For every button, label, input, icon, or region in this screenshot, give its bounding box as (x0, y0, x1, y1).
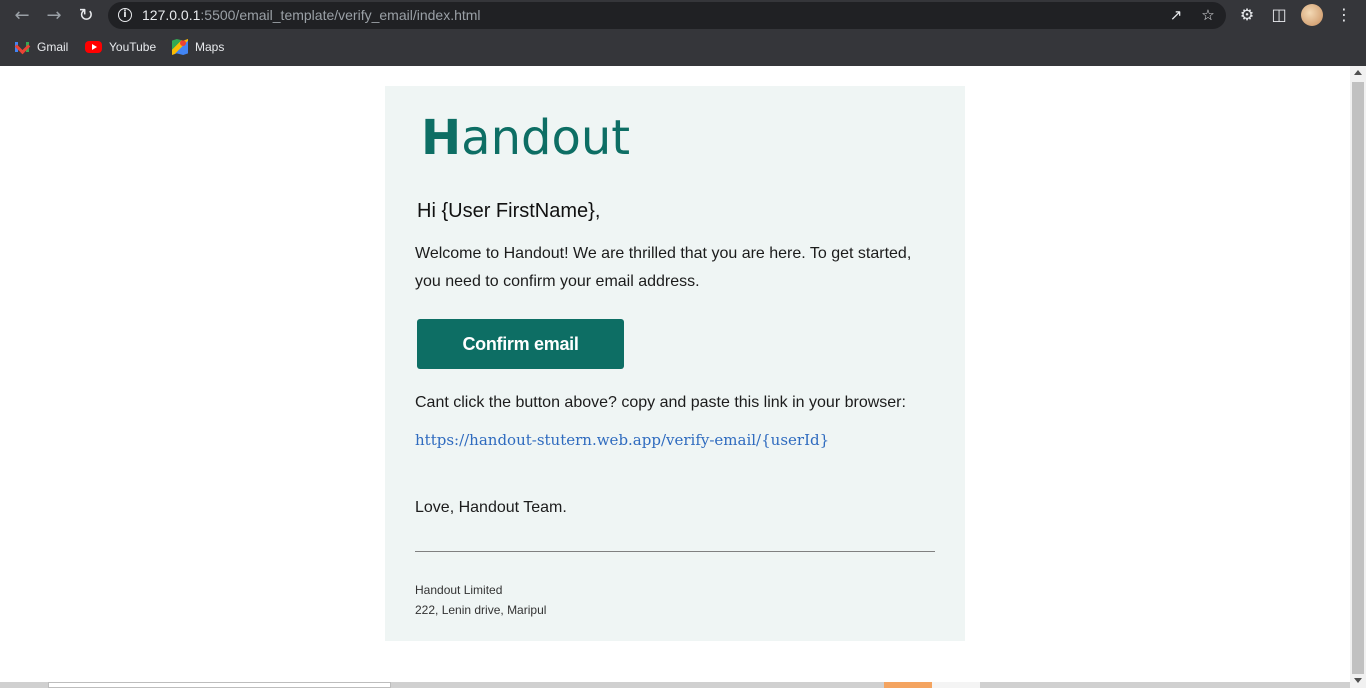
bookmarks-bar: Gmail YouTube Maps (0, 34, 1366, 60)
divider (415, 551, 935, 552)
page-viewport: Handout Hi {User FirstName}, Welcome to … (0, 66, 1350, 682)
verify-link[interactable]: https://handout-stutern.web.app/verify-e… (415, 431, 829, 449)
url-host: 127.0.0.1 (142, 7, 201, 23)
forward-icon[interactable]: → (42, 4, 66, 28)
side-panel-icon[interactable]: ◫ (1268, 4, 1290, 26)
puzzle-icon[interactable]: ⚙ (1236, 4, 1258, 26)
bookmark-gmail[interactable]: Gmail (14, 38, 68, 56)
scroll-thumb[interactable] (1352, 82, 1364, 674)
logo-text: andout (461, 110, 631, 166)
back-icon[interactable]: ← (10, 4, 34, 28)
vertical-scrollbar[interactable] (1350, 66, 1366, 688)
bookmark-label: YouTube (109, 40, 157, 54)
bookmark-maps[interactable]: Maps (172, 38, 224, 56)
maps-icon (172, 39, 188, 55)
star-icon[interactable]: ☆ (1198, 5, 1218, 25)
url-text[interactable]: 127.0.0.1:5500/email_template/verify_ema… (142, 7, 481, 23)
address-bar[interactable]: i 127.0.0.1:5500/email_template/verify_e… (108, 2, 1226, 29)
greeting: Hi {User FirstName}, (417, 200, 601, 222)
bookmark-youtube[interactable]: YouTube (85, 38, 156, 56)
signoff-text: Love, Handout Team. (415, 499, 567, 516)
avatar[interactable] (1301, 4, 1323, 26)
taskbar-strip (0, 682, 1350, 688)
share-icon[interactable]: ↗ (1166, 5, 1186, 25)
scroll-down-arrow-icon[interactable] (1354, 678, 1362, 683)
kebab-menu-icon[interactable]: ⋮ (1333, 4, 1355, 26)
confirm-email-button[interactable]: Confirm email (417, 319, 624, 369)
bookmark-label: Gmail (37, 40, 69, 54)
url-path: :5500/email_template/verify_email/index.… (200, 7, 481, 23)
browser-toolbar: ← → ↻ i 127.0.0.1:5500/email_template/ve… (0, 0, 1366, 66)
footer-address: 222, Lenin drive, Maripul (415, 603, 547, 617)
bookmark-label: Maps (195, 40, 225, 54)
info-icon[interactable]: i (118, 8, 132, 22)
footer-company: Handout Limited (415, 583, 503, 597)
reload-icon[interactable]: ↻ (74, 4, 98, 28)
logo-letter: H (421, 110, 462, 166)
taskbar-search-box[interactable] (48, 682, 391, 688)
handout-logo: Handout (421, 110, 630, 166)
youtube-icon (85, 41, 102, 53)
taskbar-item[interactable] (932, 682, 980, 688)
gmail-icon (14, 39, 30, 55)
fallback-text: Cant click the button above? copy and pa… (415, 394, 906, 411)
intro-text: Welcome to Handout! We are thrilled that… (415, 245, 912, 290)
email-card: Handout Hi {User FirstName}, Welcome to … (385, 86, 965, 641)
taskbar-item[interactable] (884, 682, 932, 688)
scroll-up-arrow-icon[interactable] (1354, 70, 1362, 75)
